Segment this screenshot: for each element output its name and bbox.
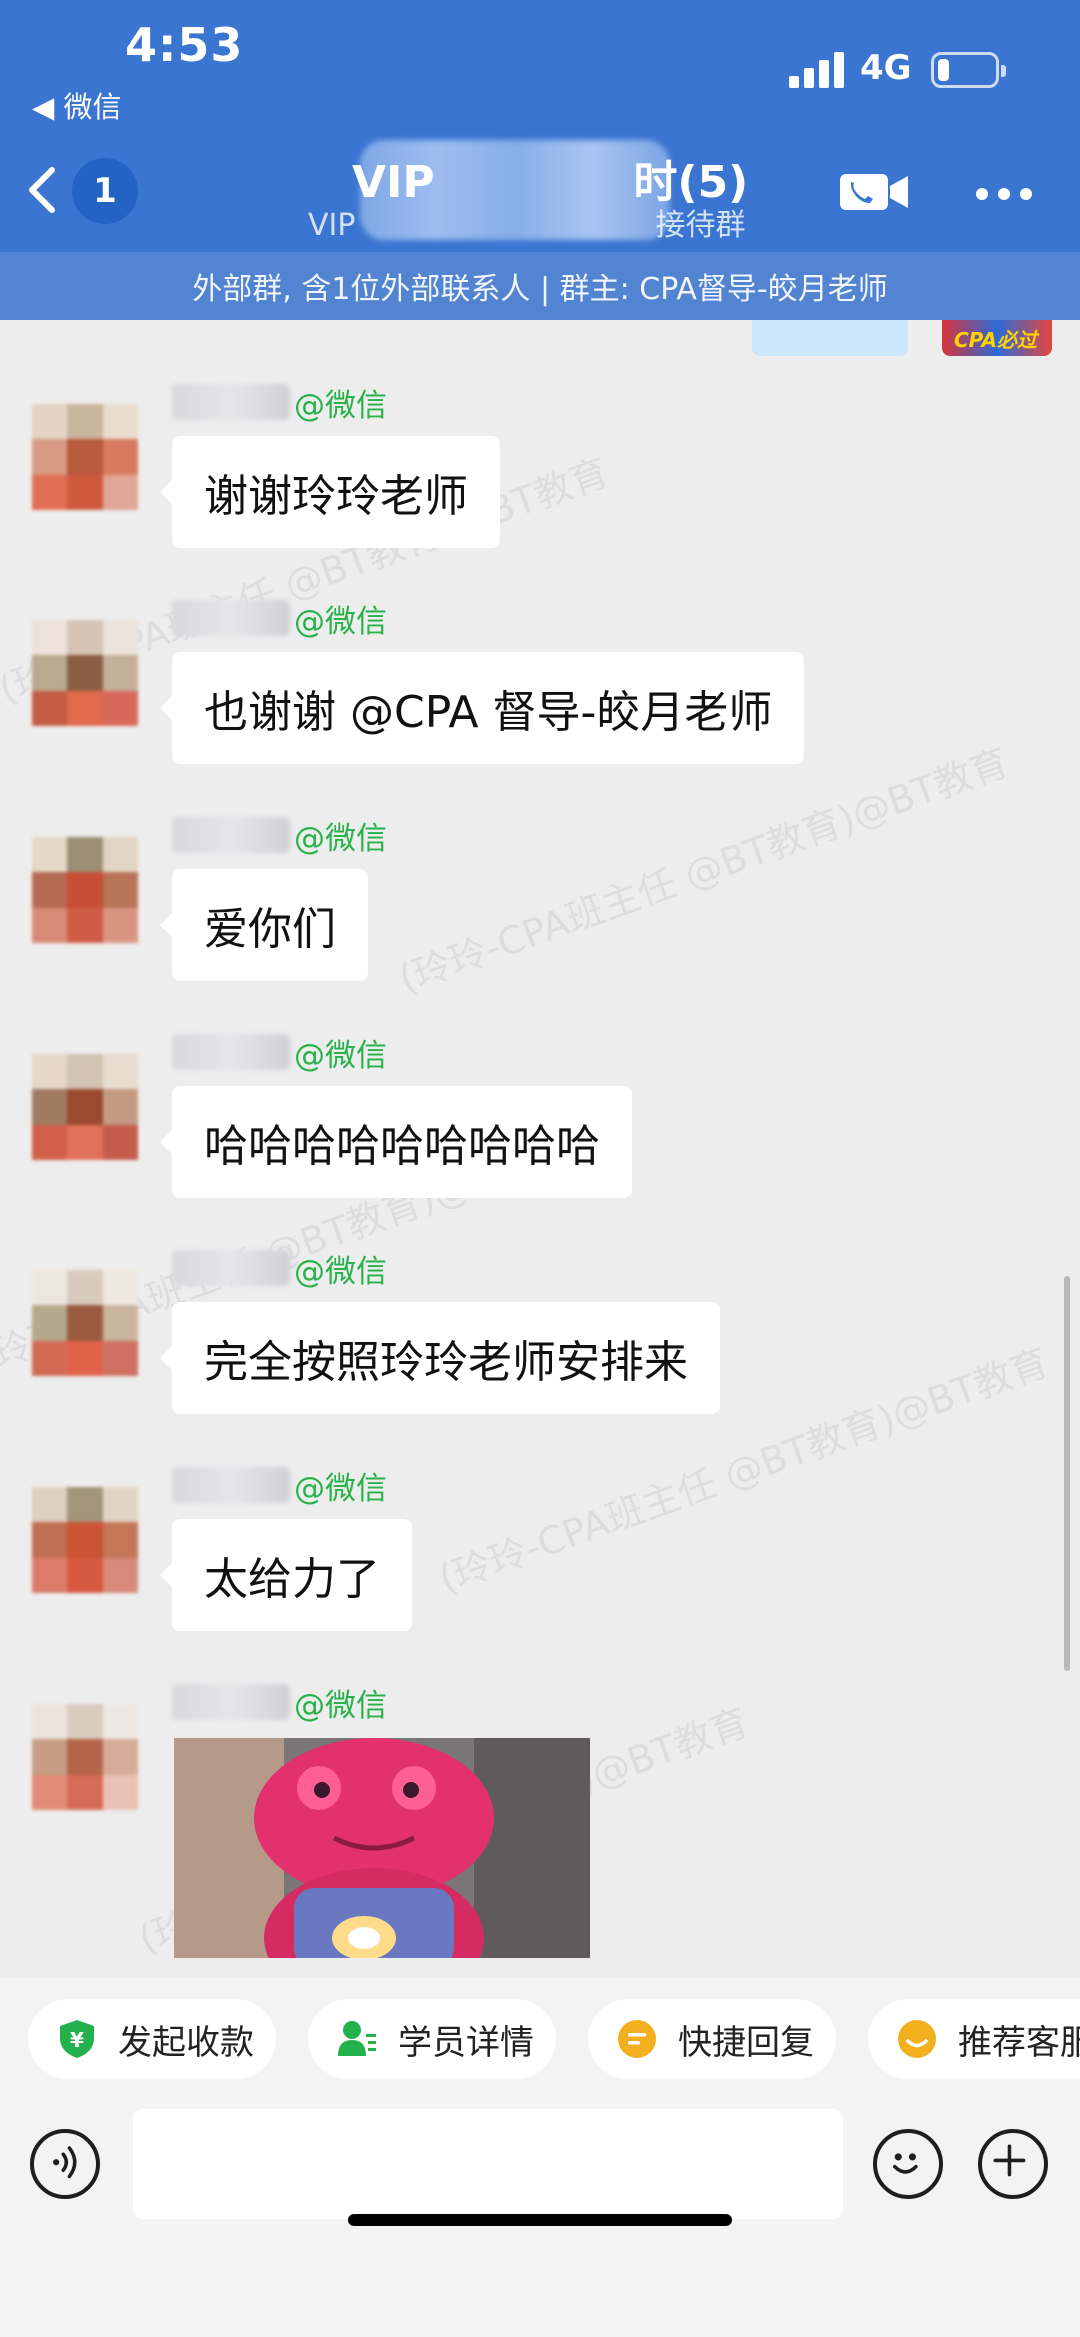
sender-name-redacted bbox=[172, 384, 290, 420]
student-detail-icon bbox=[338, 2021, 376, 2056]
battery-icon bbox=[931, 52, 1006, 88]
unread-badge[interactable]: 1 bbox=[72, 158, 138, 224]
avatar[interactable] bbox=[32, 837, 138, 943]
quick-reply-icon bbox=[618, 2020, 656, 2058]
quick-reply-button[interactable]: 快捷回复 bbox=[588, 1999, 836, 2079]
sender-name: @微信 bbox=[172, 815, 387, 857]
recommend-service-label: 推荐客服 bbox=[958, 2022, 1080, 2063]
chat-subtitle-suffix: 接待群 bbox=[655, 208, 746, 243]
back-arrow-icon[interactable] bbox=[20, 160, 64, 220]
watermark: (玲玲-CPA班主任 @BT教育)@BT教育 bbox=[393, 739, 1015, 1002]
voice-input-icon[interactable] bbox=[30, 2129, 100, 2199]
sender-source-tag: @微信 bbox=[294, 1037, 387, 1074]
previous-sender-avatar[interactable]: CPA必过 bbox=[942, 320, 1052, 356]
avatar[interactable] bbox=[32, 1054, 138, 1160]
sender-name-redacted bbox=[172, 1467, 290, 1503]
signal-icon bbox=[789, 52, 845, 88]
back-to-app-link[interactable]: ◀ 微信 bbox=[32, 84, 122, 126]
toy-photo bbox=[174, 1738, 590, 1958]
message-bubble[interactable]: 也谢谢 @CPA 督导-皎月老师 bbox=[159, 652, 805, 764]
network-type: 4G bbox=[860, 48, 912, 88]
sender-name: @微信 bbox=[172, 1032, 387, 1074]
scrollbar[interactable] bbox=[1064, 1276, 1070, 1671]
chat-subtitle-prefix: VIP bbox=[308, 208, 356, 243]
student-detail-button[interactable]: 学员详情 bbox=[308, 1999, 556, 2079]
sender-source-tag: @微信 bbox=[294, 603, 387, 640]
recommend-service-icon bbox=[898, 2020, 936, 2058]
avatar[interactable] bbox=[32, 1704, 138, 1810]
quick-reply-label: 快捷回复 bbox=[678, 2022, 814, 2063]
student-detail-label: 学员详情 bbox=[398, 2022, 534, 2063]
add-more-icon[interactable] bbox=[978, 2129, 1048, 2199]
sender-name: @微信 bbox=[172, 1248, 387, 1290]
sender-source-tag: @微信 bbox=[294, 1470, 387, 1507]
message-bubble[interactable]: 完全按照玲玲老师安排来 bbox=[160, 1302, 720, 1414]
avatar[interactable] bbox=[32, 620, 138, 726]
sender-name-redacted bbox=[172, 1684, 290, 1720]
sender-name: @微信 bbox=[172, 598, 387, 640]
payment-icon: ¥ bbox=[60, 2020, 94, 2058]
sender-source-tag: @微信 bbox=[294, 387, 387, 424]
group-notice-bar[interactable]: 外部群, 含1位外部联系人 | 群主: CPA督导-皎月老师 bbox=[0, 252, 1080, 320]
image-message[interactable] bbox=[174, 1738, 590, 1958]
sender-name-redacted bbox=[172, 1250, 290, 1286]
sender-name: @微信 bbox=[172, 1682, 387, 1724]
status-time: 4:53 bbox=[125, 18, 244, 72]
sender-name: @微信 bbox=[172, 382, 387, 424]
home-indicator[interactable] bbox=[348, 2214, 732, 2226]
sender-name: @微信 bbox=[172, 1465, 387, 1507]
header: 4:53 ◀ 微信 4G 1 VIPxxxxxxx时(5) VIP接待群 bbox=[0, 0, 1080, 252]
video-call-icon[interactable] bbox=[838, 168, 910, 216]
message-bubble[interactable]: 太给力了 bbox=[160, 1519, 412, 1631]
payment-label: 发起收款 bbox=[118, 2022, 254, 2063]
avatar[interactable] bbox=[32, 1487, 138, 1593]
sender-name-redacted bbox=[172, 1034, 290, 1070]
recommend-service-button[interactable]: 推荐客服 bbox=[868, 1999, 1080, 2079]
message-input[interactable] bbox=[133, 2109, 843, 2219]
more-options-icon[interactable] bbox=[968, 178, 1040, 208]
sender-name-redacted bbox=[172, 600, 290, 636]
svg-text:¥: ¥ bbox=[70, 2028, 84, 2052]
avatar[interactable] bbox=[32, 1270, 138, 1376]
chat-area[interactable]: (玲玲-CPA班主任 @BT教育)@BT教育 (玲玲-CPA班主任 @BT教育)… bbox=[0, 320, 1080, 1977]
chat-subtitle: VIP 接待群 bbox=[308, 200, 745, 244]
message-bubble[interactable]: 哈哈哈哈哈哈哈哈哈 bbox=[160, 1086, 632, 1198]
input-bar bbox=[0, 2087, 1080, 2337]
sender-source-tag: @微信 bbox=[294, 1687, 387, 1724]
previous-message-bubble[interactable] bbox=[752, 320, 908, 356]
quick-action-bar: ¥ 发起收款 学员详情 快捷回复 推荐客服 bbox=[0, 1977, 1080, 2087]
sender-source-tag: @微信 bbox=[294, 820, 387, 857]
emoji-icon[interactable] bbox=[873, 2129, 943, 2199]
sender-name-redacted bbox=[172, 817, 290, 853]
message-bubble[interactable]: 爱你们 bbox=[160, 869, 368, 981]
avatar[interactable] bbox=[32, 404, 138, 510]
sender-source-tag: @微信 bbox=[294, 1253, 387, 1290]
payment-button[interactable]: ¥ 发起收款 bbox=[28, 1999, 276, 2079]
message-bubble[interactable]: 谢谢玲玲老师 bbox=[160, 436, 500, 548]
